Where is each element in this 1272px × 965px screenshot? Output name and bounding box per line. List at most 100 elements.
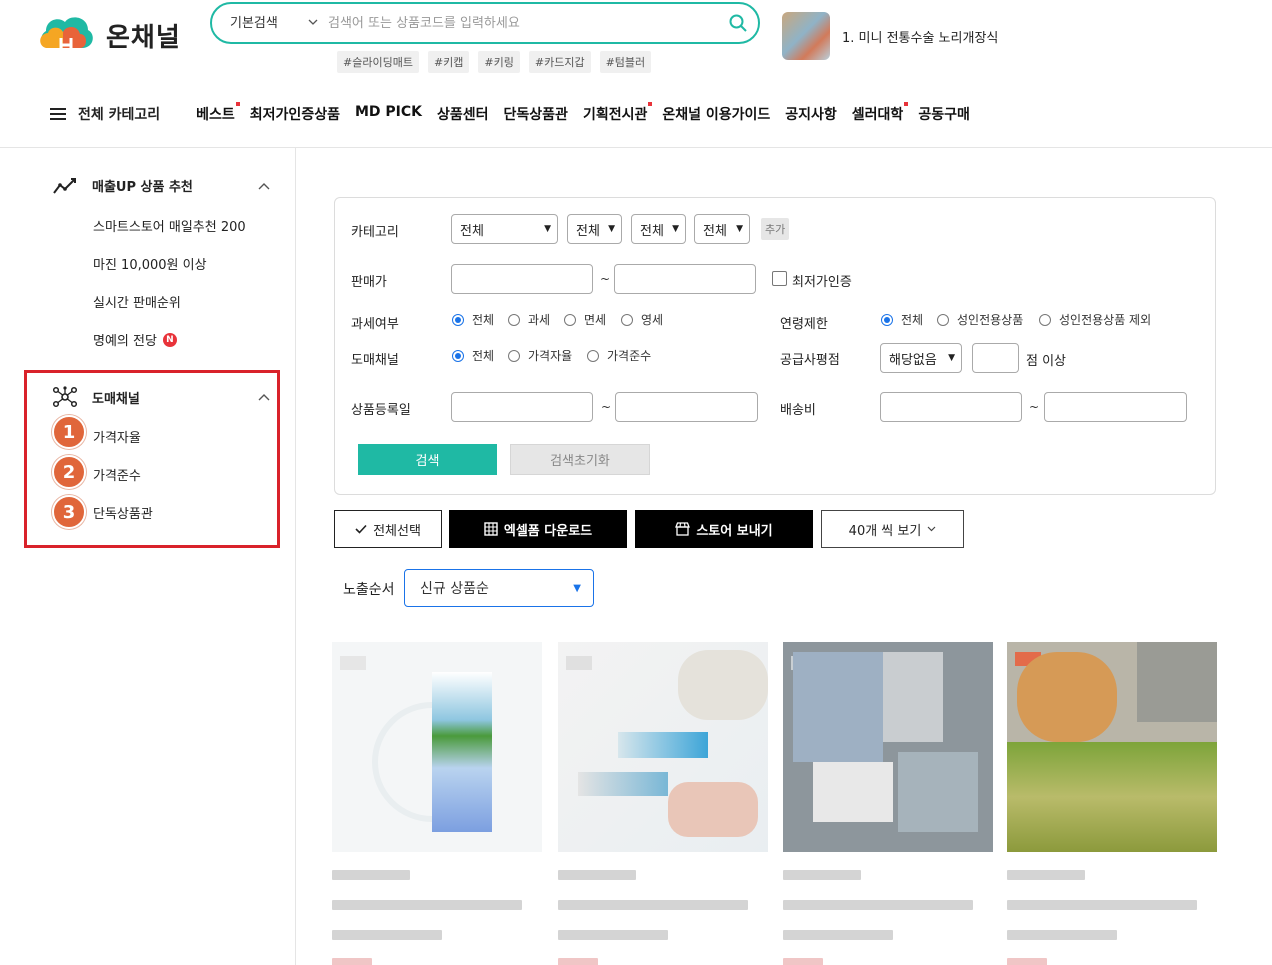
promo-banner[interactable]: 1. 미니 전통수술 노리개장식 [782,12,998,60]
price-min-input[interactable] [451,264,593,294]
nav-item-notice[interactable]: 공지사항 [785,104,837,124]
category-select-2[interactable]: 전체 ▼ [567,214,622,244]
sidebar-item-label: 단독상품관 [93,507,153,522]
header-divider [0,147,1272,148]
tax-radio-exempt[interactable] [564,314,576,326]
logo[interactable]: 온채널 [38,12,181,58]
product-card[interactable] [783,642,993,965]
tag-item[interactable]: #텀블러 [599,51,652,73]
nav-item-seller-univ[interactable]: 셀러대학 [852,102,909,124]
product-image[interactable] [1007,642,1217,852]
all-categories-label: 전체 카테고리 [78,107,161,123]
select-all-button[interactable]: 전체선택 [334,510,442,548]
age-radio-exclude-adult[interactable] [1039,314,1051,326]
search-type-label: 기본검색 [230,15,278,31]
radio-label: 전체 [901,313,924,327]
sidebar-divider [295,147,296,965]
blurred-text [783,870,861,880]
range-separator: ~ [601,400,612,414]
search-button[interactable] [718,5,758,41]
button-label: 엑셀폼 다운로드 [503,523,593,539]
nav-item-lowest-price[interactable]: 최저가인증상품 [250,104,340,124]
radio-label: 가격준수 [607,349,652,363]
category-select-3[interactable]: 전체 ▼ [631,214,686,244]
blurred-text [558,900,748,910]
nav-item-best[interactable]: 베스트 [196,102,240,124]
tag-item[interactable]: #키링 [478,51,520,73]
nav-item-group-buy[interactable]: 공동구매 [918,104,970,124]
product-image[interactable] [332,642,542,852]
tax-radio-zero[interactable] [621,314,633,326]
excel-download-button[interactable]: 엑셀폼 다운로드 [449,510,627,548]
sidebar-item-margin[interactable]: 마진 10,000원 이상 [93,254,207,273]
send-store-button[interactable]: 스토어 보내기 [635,510,813,548]
product-card[interactable] [1007,642,1217,965]
button-label: 스토어 보내기 [696,523,773,539]
search-input[interactable] [328,15,718,31]
tax-radio-all[interactable] [452,314,464,326]
sidebar-item-hall-of-fame[interactable]: 명예의 전당 N [93,330,177,349]
search-reset-button[interactable]: 검색초기화 [510,444,650,475]
nav-item-md-pick[interactable]: MD PICK [355,104,422,124]
nav-label: 기획전시관 [582,107,648,123]
tag-item[interactable]: #슬라이딩매트 [337,51,419,73]
tag-item[interactable]: #카드지갑 [528,51,591,73]
sidebar-item-realtime-rank[interactable]: 실시간 판매순위 [93,292,181,311]
popular-tags: #슬라이딩매트 #키캡 #키링 #카드지갑 #텀블러 [337,51,652,73]
chevron-down-icon: ▼ [672,224,679,234]
age-radio-adult[interactable] [937,314,949,326]
nav-item-exhibition[interactable]: 기획전시관 [582,102,653,124]
step-marker: 2 [52,455,86,489]
product-image[interactable] [558,642,768,852]
sidebar-item-exclusive[interactable]: 단독상품관 [93,503,153,522]
channel-radio-price-free[interactable] [508,350,520,362]
nav-item-guide[interactable]: 온채널 이용가이드 [662,104,770,124]
product-image[interactable] [783,642,993,852]
new-dot [904,102,909,106]
new-dot [648,102,653,106]
search-box: 기본검색 [210,2,760,44]
price-max-input[interactable] [614,264,756,294]
trend-icon [53,177,76,194]
sort-select[interactable]: 신규 상품순 ▼ [404,569,594,607]
channel-radio-all[interactable] [452,350,464,362]
chevron-up-icon[interactable] [258,182,270,190]
shipping-min-input[interactable] [880,392,1022,422]
product-card[interactable] [332,642,542,965]
regdate-end-input[interactable] [615,392,758,422]
rating-select[interactable]: 해당없음 ▼ [880,343,962,373]
per-page-select[interactable]: 40개 씩 보기 [821,510,964,548]
sidebar-section-sales-up[interactable]: 매출UP 상품 추천 [52,176,270,195]
sidebar-item-label: 마진 10,000원 이상 [93,258,207,273]
chevron-up-icon[interactable] [258,393,270,401]
blurred-text [558,958,598,965]
product-card[interactable] [558,642,768,965]
sidebar-section-wholesale[interactable]: 도매채널 [52,386,270,408]
shipping-max-input[interactable] [1044,392,1187,422]
channel-radio-price-fixed[interactable] [587,350,599,362]
blurred-text [1007,930,1117,940]
radio-label: 전체 [472,349,495,363]
radio-label: 성인전용상품 [957,313,1024,327]
select-value: 해당없음 [889,352,937,368]
rating-input[interactable] [972,343,1019,373]
tag-item[interactable]: #키캡 [427,51,470,73]
category-add-button[interactable]: 추가 [761,218,790,240]
tax-radio-taxable[interactable] [508,314,520,326]
regdate-start-input[interactable] [451,392,593,422]
sidebar-item-daily-200[interactable]: 스마트스토어 매일추천 200 [93,216,246,235]
nav-item-product-center[interactable]: 상품센터 [437,104,489,124]
category-select-1[interactable]: 전체 ▼ [451,214,558,244]
nav-item-exclusive[interactable]: 단독상품관 [504,104,568,124]
search-type-select[interactable]: 기본검색 [212,12,328,31]
search-submit-button[interactable]: 검색 [358,444,497,475]
age-radio-all[interactable] [881,314,893,326]
sidebar-item-label: 가격자율 [93,431,141,446]
lowest-cert-checkbox[interactable] [772,271,787,286]
radio-label: 성인전용상품 제외 [1059,313,1152,327]
rating-suffix: 점 이상 [1026,354,1067,369]
all-categories-button[interactable]: 전체 카테고리 [50,104,160,124]
sidebar-item-price-free[interactable]: 가격자율 [93,427,141,446]
category-select-4[interactable]: 전체 ▼ [694,214,750,244]
sidebar-item-price-fixed[interactable]: 가격준수 [93,465,141,484]
